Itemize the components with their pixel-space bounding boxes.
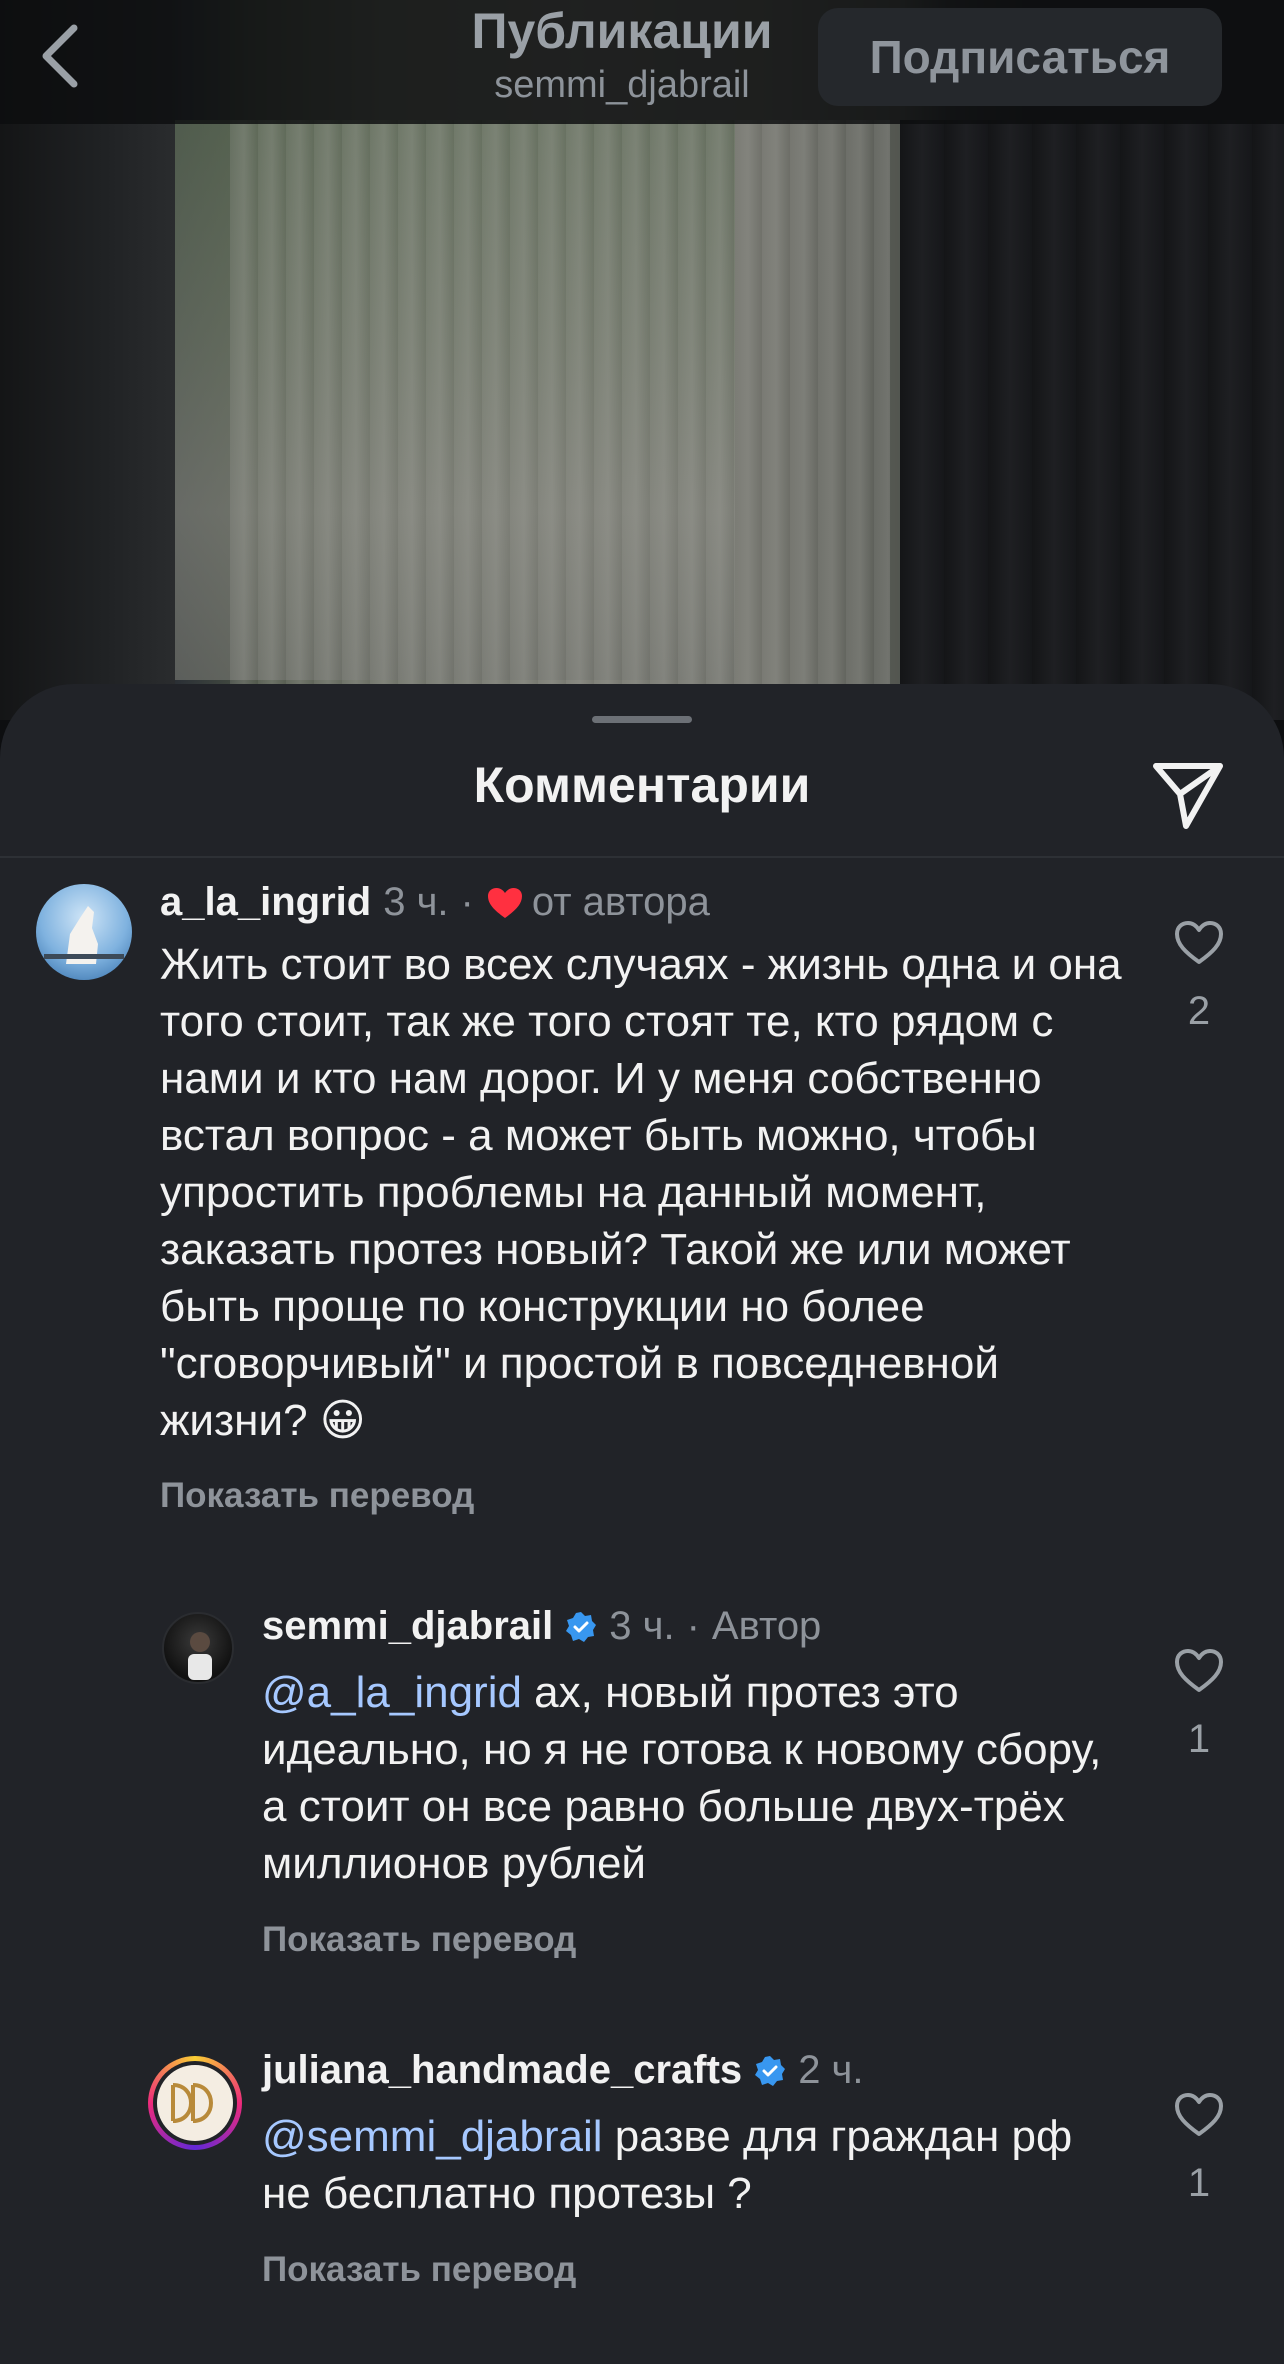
avatar-logo [171, 2083, 213, 2123]
like-column: 1 [1154, 2092, 1244, 2206]
photo-curtain-right [900, 120, 1284, 720]
mention-link[interactable]: @semmi_djabrail [262, 2112, 603, 2161]
like-button[interactable] [1154, 2092, 1244, 2143]
comment-time: 2 ч. [798, 2048, 864, 2092]
avatar[interactable] [148, 2056, 242, 2150]
comments-sheet: Комментарии a_la_ingrid 3 ч. · от автора… [0, 684, 1284, 2364]
photo-sheer-curtain [230, 120, 890, 720]
comment-username[interactable]: juliana_handmade_crafts [262, 2048, 742, 2093]
like-count: 1 [1187, 2161, 1211, 2205]
show-translation-link[interactable]: Показать перевод [262, 2250, 576, 2290]
heart-outline-icon [1175, 2093, 1223, 2136]
follow-button[interactable]: Подписаться [818, 8, 1222, 106]
comment-reply-item: juliana_handmade_crafts 2 ч. @semmi_djab… [0, 684, 1284, 2364]
top-navigation-bar: Публикации semmi_djabrail Подписаться [0, 0, 1284, 124]
comment-meta: juliana_handmade_crafts 2 ч. [262, 2048, 864, 2093]
comment-text: @semmi_djabrail разве для граждан рф не … [262, 2108, 1132, 2222]
verified-badge-icon [754, 2055, 786, 2087]
